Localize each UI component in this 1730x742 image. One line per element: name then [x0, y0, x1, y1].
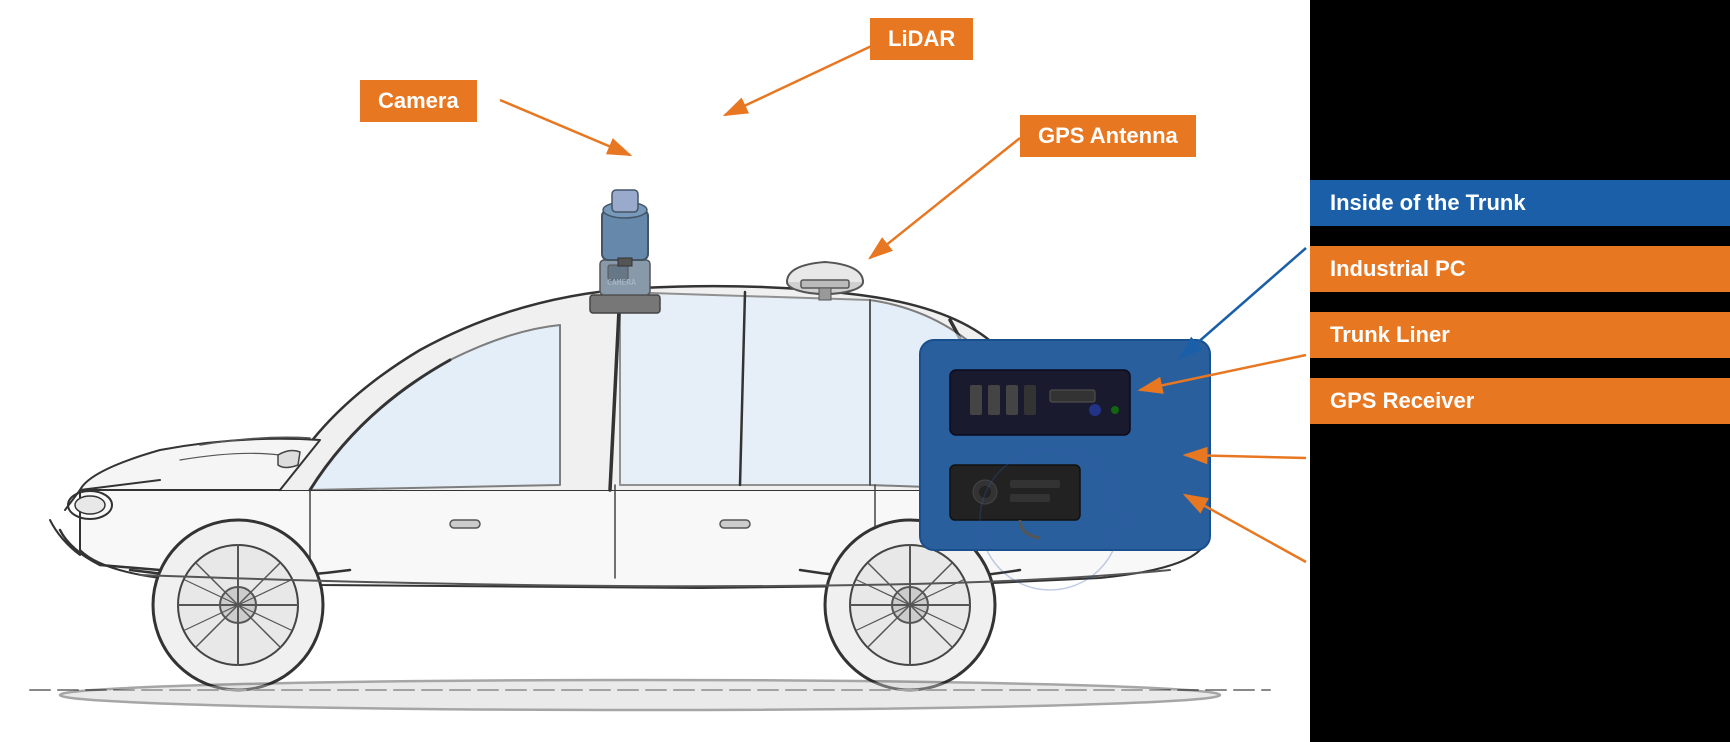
gps-antenna-label: GPS Antenna — [1020, 115, 1196, 157]
camera-label: Camera — [360, 80, 477, 122]
svg-text:CAMERA: CAMERA — [607, 278, 636, 287]
lidar-label: LiDAR — [870, 18, 973, 60]
trunk-liner-label: Trunk Liner — [1310, 312, 1730, 358]
industrial-pc-label: Industrial PC — [1310, 246, 1730, 292]
diagram-area: CAMERA — [0, 0, 1310, 742]
main-container: CAMERA — [0, 0, 1730, 742]
gps-receiver-label: GPS Receiver — [1310, 378, 1730, 424]
inside-trunk-label: Inside of the Trunk — [1310, 180, 1730, 226]
right-panel: Inside of the Trunk Industrial PC Trunk … — [1310, 0, 1730, 742]
